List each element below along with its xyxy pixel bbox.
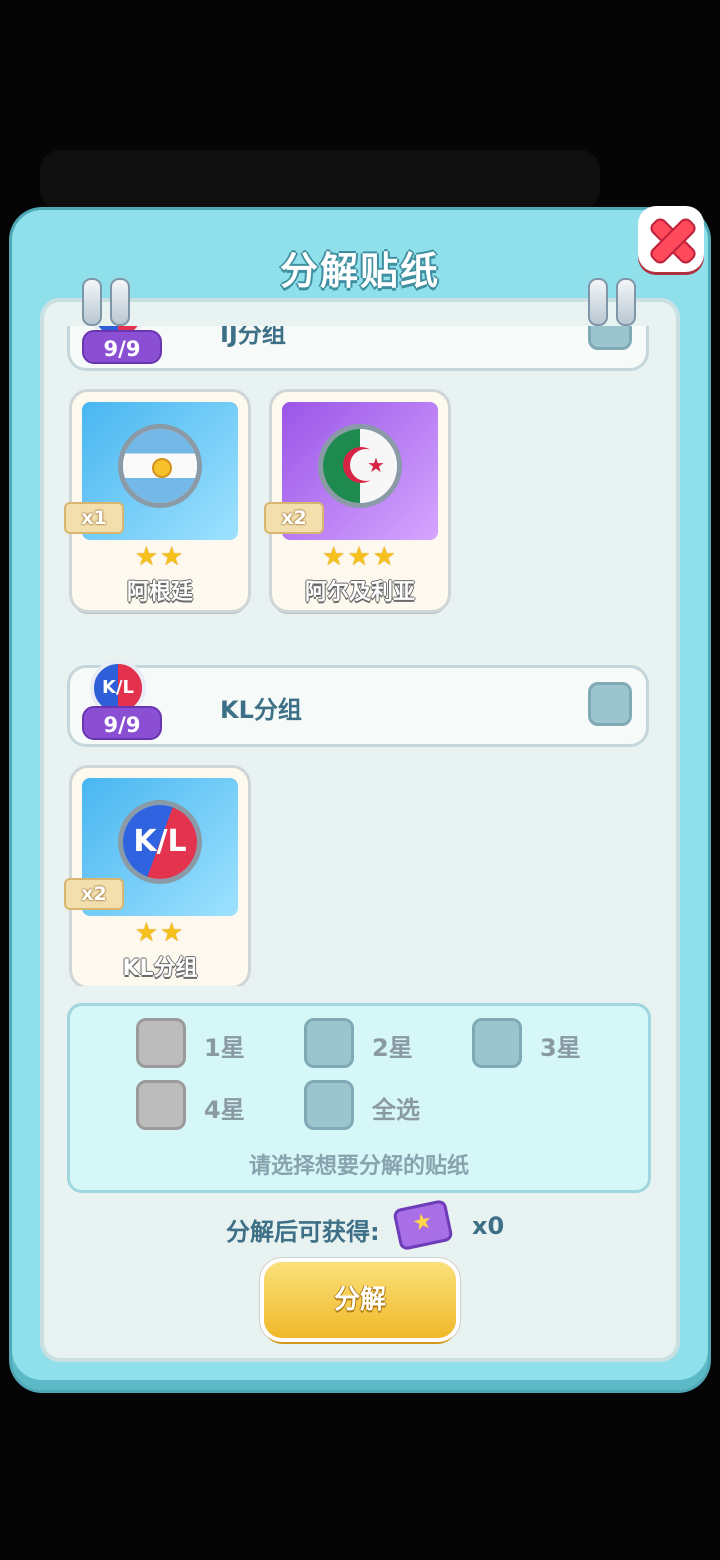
quantity-badge: x1 [64, 502, 124, 534]
filter-checkbox[interactable] [136, 1018, 186, 1068]
clip-left-2 [110, 278, 130, 326]
group-select-checkbox[interactable] [588, 682, 632, 726]
group-name: IJ分组 [220, 326, 286, 348]
star-rating: ★★★ [322, 542, 398, 572]
sticker-card-kl[interactable]: K/L x2 ★★ KL分组 [64, 768, 248, 986]
sticker-scroll-list[interactable]: D 9/9 IJ分组 x1 ★★ 阿根廷 ★ x2 ★★★ 阿尔及利亚 [40, 326, 680, 986]
filter-checkbox[interactable] [136, 1080, 186, 1130]
sticker-name: 阿尔及利亚 [304, 580, 415, 605]
group-select-checkbox[interactable] [588, 326, 632, 350]
decompose-button[interactable]: 分解 [264, 1262, 456, 1338]
group-name: KL分组 [220, 696, 302, 724]
argentina-flag-icon [118, 424, 202, 508]
quantity-badge: x2 [64, 878, 124, 910]
filter-checkbox[interactable] [304, 1080, 354, 1130]
group-header-ij[interactable]: D 9/9 IJ分组 [70, 326, 646, 368]
clip-left-1 [82, 278, 102, 326]
sticker-name: 阿根廷 [126, 580, 193, 605]
sticker-card-algeria[interactable]: ★ x2 ★★★ 阿尔及利亚 [264, 392, 448, 610]
filter-label: 1星 [204, 1034, 245, 1062]
clip-right-2 [616, 278, 636, 326]
kl-group-emblem-icon: K/L [118, 800, 202, 884]
sticker-name: KL分组 [122, 956, 198, 981]
star-filter-box: 1星 2星 3星 4星 全选 请选择想要分解的贴纸 [70, 1006, 648, 1190]
group-progress-ribbon: 9/9 [82, 706, 162, 740]
filter-checkbox[interactable] [304, 1018, 354, 1068]
selection-hint: 请选择想要分解的贴纸 [248, 1154, 469, 1179]
background-shadow [40, 150, 600, 210]
filter-checkbox[interactable] [472, 1018, 522, 1068]
star-rating: ★★ [134, 542, 186, 572]
reward-label: 分解后可获得: [226, 1218, 380, 1246]
filter-label: 全选 [372, 1096, 420, 1124]
star-rating: ★★ [134, 918, 186, 948]
reward-count: x0 [472, 1212, 505, 1240]
group-header-kl[interactable]: K/L 9/9 KL分组 [70, 660, 646, 744]
reward-row: 分解后可获得: ★ x0 [226, 1198, 546, 1252]
algeria-flag-icon: ★ [318, 424, 402, 508]
filter-label: 3星 [540, 1034, 581, 1062]
close-button[interactable] [638, 206, 704, 272]
group-progress-ribbon: 9/9 [82, 330, 162, 364]
quantity-badge: x2 [264, 502, 324, 534]
filter-label: 4星 [204, 1096, 245, 1124]
clip-right-1 [588, 278, 608, 326]
filter-label: 2星 [372, 1034, 413, 1062]
sticker-card-argentina[interactable]: x1 ★★ 阿根廷 [64, 392, 248, 610]
